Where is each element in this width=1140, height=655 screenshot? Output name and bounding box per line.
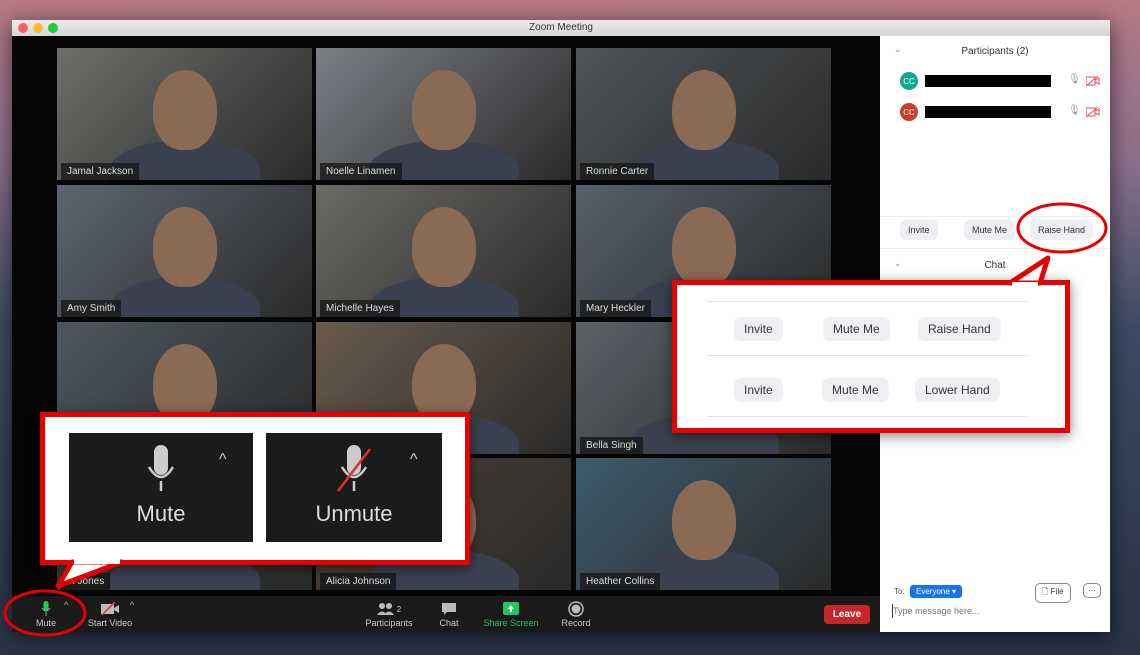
annotation-overlay xyxy=(3,202,1108,637)
audio-callout-pointer xyxy=(55,559,125,589)
raise-hand-highlight-circle xyxy=(1016,202,1108,254)
hand-callout-pointer xyxy=(1007,255,1051,286)
mute-highlight-circle xyxy=(3,589,87,637)
